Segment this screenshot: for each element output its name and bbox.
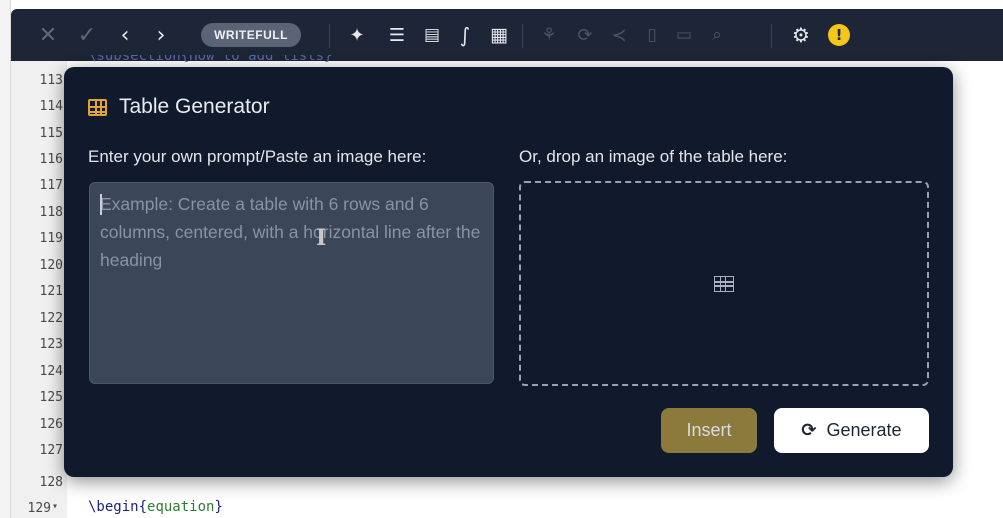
- toolbar-divider: [329, 24, 330, 48]
- table-icon: [714, 276, 734, 292]
- paraphrase-icon[interactable]: ⚘: [537, 9, 561, 61]
- line-number: 121: [39, 284, 63, 299]
- partially-hidden-code-line: \subsection{How to add lists}: [88, 55, 333, 63]
- insert-button[interactable]: Insert: [661, 408, 757, 453]
- window-edge: [0, 0, 11, 518]
- share-icon[interactable]: ≺: [607, 9, 631, 61]
- image-drop-zone[interactable]: [519, 181, 929, 386]
- integral-icon[interactable]: ∫: [455, 9, 475, 61]
- line-number: 128: [39, 475, 63, 490]
- writefull-toolbar: ✕ ✓ ‹ › WRITEFULL ✦ ☰ ▤ ∫ ▦ ⚘ ⟳ ≺ ▯ ▭ ⌕ …: [11, 9, 1003, 61]
- line-number: 129: [27, 501, 51, 516]
- fold-toggle-icon[interactable]: ▾: [52, 501, 62, 512]
- line-number: 122: [39, 311, 63, 326]
- line-number: 116: [39, 152, 63, 167]
- check-icon[interactable]: ✓: [75, 9, 99, 61]
- warning-icon[interactable]: !: [828, 24, 850, 46]
- line-number: 119: [39, 231, 63, 246]
- clipboard-icon[interactable]: ▯: [641, 9, 663, 61]
- prompt-label: Enter your own prompt/Paste an image her…: [88, 147, 427, 166]
- gear-icon[interactable]: ⚙: [789, 9, 813, 61]
- prompt-input[interactable]: [90, 183, 493, 383]
- generate-label: Generate: [826, 420, 902, 440]
- line-number-gutter: 113 114 115 116 117 118 119 120 121 122 …: [11, 61, 67, 518]
- close-icon[interactable]: ✕: [37, 9, 59, 61]
- line-number: 123: [39, 337, 63, 352]
- line-number: 118: [39, 205, 63, 220]
- line-number: 114: [39, 99, 63, 114]
- line-number: 125: [39, 390, 63, 405]
- line-number: 126: [39, 417, 63, 432]
- latex-argument: equation: [147, 499, 215, 515]
- line-number: 117: [39, 178, 63, 193]
- modal-title: Table Generator: [119, 95, 270, 118]
- line-number: 127: [39, 443, 63, 458]
- refresh-icon: ⟳: [801, 420, 817, 441]
- sync-icon[interactable]: ⟳: [573, 9, 597, 61]
- table-icon[interactable]: ▦: [487, 9, 511, 61]
- drop-label: Or, drop an image of the table here:: [519, 147, 788, 166]
- line-number: 124: [39, 364, 63, 379]
- brace: {: [138, 499, 148, 515]
- brace: }: [214, 499, 223, 515]
- line-number: 115: [39, 126, 63, 141]
- table-generator-modal: Table Generator Enter your own prompt/Pa…: [64, 67, 953, 477]
- equation-lines-icon[interactable]: ☰: [384, 9, 410, 61]
- document-icon[interactable]: ▭: [673, 9, 695, 61]
- mouse-ibeam-cursor: I: [316, 225, 327, 251]
- toolbar-divider: [771, 24, 772, 48]
- chevron-right-icon[interactable]: ›: [151, 9, 171, 61]
- note-icon[interactable]: ▤: [420, 9, 444, 61]
- table-grid-icon: [88, 98, 107, 116]
- line-number: 113: [39, 73, 63, 88]
- toolbar-divider: [522, 24, 523, 48]
- latex-command: \begin: [88, 499, 139, 515]
- prompt-input-container: I: [89, 182, 494, 384]
- sparkle-icon[interactable]: ✦: [344, 9, 370, 61]
- text-caret: [100, 194, 102, 215]
- chevron-left-icon[interactable]: ‹: [115, 9, 135, 61]
- line-number: 120: [39, 258, 63, 273]
- search-doc-icon[interactable]: ⌕: [705, 9, 729, 61]
- code-line-begin-equation[interactable]: \begin{equation}: [88, 499, 223, 515]
- writefull-button[interactable]: WRITEFULL: [201, 23, 301, 47]
- generate-button[interactable]: ⟳ Generate: [774, 408, 929, 453]
- modal-header: Table Generator: [88, 95, 270, 119]
